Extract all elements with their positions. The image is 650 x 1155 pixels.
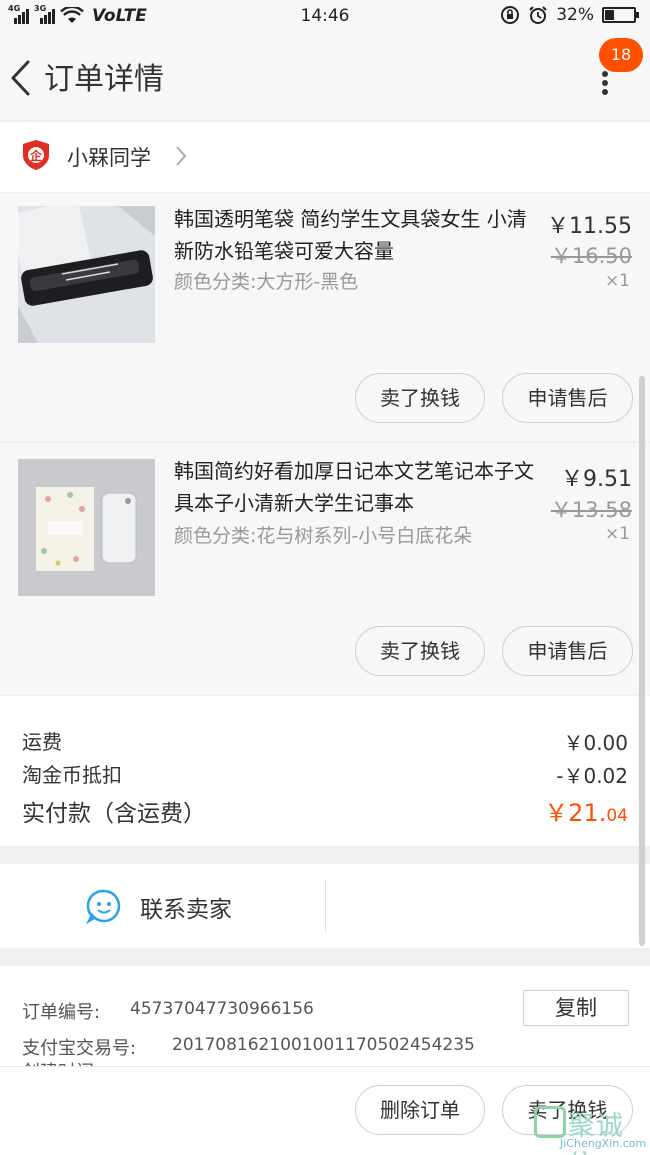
item-spec: 颜色分类:花与树系列-小号白底花朵 xyxy=(174,525,473,547)
status-right: 32% xyxy=(500,5,639,25)
copy-button[interactable]: 复制 xyxy=(523,990,629,1026)
battery-fill xyxy=(605,10,614,20)
svg-text:企: 企 xyxy=(29,148,43,163)
watermark-logo-icon xyxy=(534,1106,566,1138)
item-price: ￥11.55 xyxy=(547,214,632,239)
page-title: 订单详情 xyxy=(44,62,164,97)
shop-name: 小槑同学 xyxy=(67,146,151,170)
contact-seller-row: 联系卖家 xyxy=(0,864,650,948)
watermark-url: JiChengXin.com xyxy=(560,1137,647,1150)
shipping-value: ￥0.00 xyxy=(563,731,628,755)
order-number-label: 订单编号: xyxy=(22,1002,101,1023)
delete-order-button[interactable]: 删除订单 xyxy=(355,1085,485,1135)
pencil-case-photo xyxy=(18,206,155,343)
product-image[interactable] xyxy=(18,459,155,596)
item-title[interactable]: 韩国透明笔袋 简约学生文具袋女生 小清新防水铅笔袋可爱大容量 xyxy=(174,203,539,267)
coin-discount-label: 淘金币抵扣 xyxy=(22,763,122,787)
shop-row[interactable]: 企 小槑同学 xyxy=(0,122,650,192)
order-item[interactable]: 韩国透明笔袋 简约学生文具袋女生 小清新防水铅笔袋可爱大容量 颜色分类:大方形-… xyxy=(0,193,650,441)
chat-bubble-icon[interactable] xyxy=(86,888,122,924)
item-title[interactable]: 韩国简约好看加厚日记本文艺笔记本子文具本子小清新大学生记事本 xyxy=(174,455,539,519)
notebook-photo xyxy=(18,459,155,596)
alarm-icon xyxy=(529,6,547,24)
battery-percent: 32% xyxy=(556,5,594,25)
total-value: ￥21.04 xyxy=(544,793,628,828)
contact-seller-button[interactable]: 联系卖家 xyxy=(140,890,232,924)
nav-header: 订单详情 18 xyxy=(0,34,650,120)
price-summary: 运费 ￥0.00 淘金币抵扣 -￥0.02 实付款（含运费） ￥21.04 xyxy=(0,696,650,846)
status-bar: 4G 3G VoLTE 14:46 32% xyxy=(0,0,650,34)
created-time-label: 创建时间 xyxy=(22,1058,94,1066)
order-number: 45737047730966156 xyxy=(130,999,314,1019)
total-label: 实付款（含运费） xyxy=(22,801,206,827)
item-spec: 颜色分类:大方形-黑色 xyxy=(174,271,359,293)
after-sales-button[interactable]: 申请售后 xyxy=(502,373,633,423)
total-decimal: 04 xyxy=(606,806,628,826)
shipping-label: 运费 xyxy=(22,730,62,754)
product-image[interactable] xyxy=(18,206,155,343)
divider xyxy=(325,880,326,932)
item-quantity: ×1 xyxy=(604,524,630,544)
order-item[interactable]: 韩国简约好看加厚日记本文艺笔记本子文具本子小清新大学生记事本 颜色分类:花与树系… xyxy=(0,443,650,695)
alipay-number: 2017081621001001170502454235 xyxy=(172,1035,475,1055)
coin-discount-value: -￥0.02 xyxy=(556,764,628,788)
item-price: ￥9.51 xyxy=(561,467,632,492)
shop-badge-icon: 企 xyxy=(23,140,49,170)
sell-button[interactable]: 卖了换钱 xyxy=(355,626,485,676)
item-original-price: ￥13.58 xyxy=(550,498,632,522)
order-info: 订单编号: 45737047730966156 复制 支付宝交易号: 20170… xyxy=(0,966,650,1066)
notification-badge[interactable]: 18 xyxy=(599,38,643,72)
back-arrow-icon[interactable] xyxy=(8,58,32,98)
total-main: ￥21. xyxy=(544,799,607,827)
item-quantity: ×1 xyxy=(604,271,630,291)
sell-button[interactable]: 卖了换钱 xyxy=(355,373,485,423)
more-vertical-icon[interactable] xyxy=(596,70,614,96)
alipay-number-label: 支付宝交易号: xyxy=(22,1038,137,1059)
after-sales-button[interactable]: 申请售后 xyxy=(502,626,633,676)
item-original-price: ￥16.50 xyxy=(550,244,632,268)
rotation-lock-icon xyxy=(501,6,520,24)
chevron-right-icon xyxy=(176,146,187,166)
scrollbar[interactable] xyxy=(639,376,645,946)
battery-icon xyxy=(602,7,639,23)
watermark: 聚诚信 JiChengXin.com xyxy=(532,1104,648,1155)
